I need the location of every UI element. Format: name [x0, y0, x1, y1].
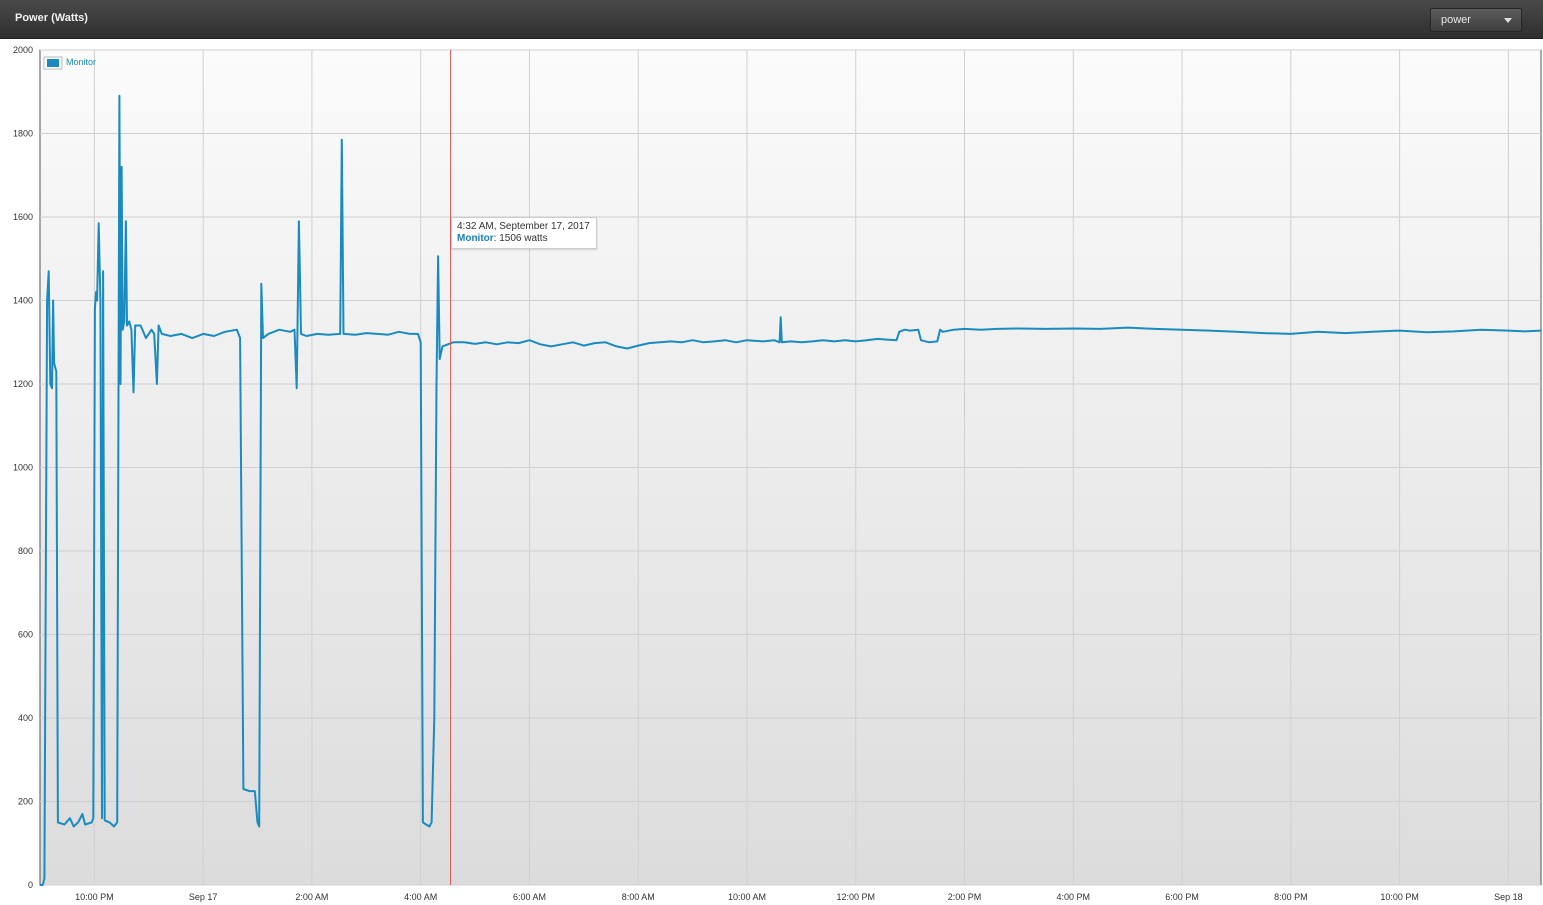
x-tick-label: 10:00 PM	[75, 892, 114, 902]
x-tick-label: 8:00 PM	[1274, 892, 1308, 902]
x-tick-label: Sep 17	[189, 892, 218, 902]
y-tick-label: 1800	[13, 129, 33, 139]
x-tick-label: 8:00 AM	[622, 892, 655, 902]
metric-select-value: power	[1441, 14, 1471, 26]
x-tick-label: Sep 18	[1494, 892, 1523, 902]
tooltip-value-line: Monitor: 1506 watts	[457, 233, 590, 245]
x-tick-label: 6:00 PM	[1165, 892, 1199, 902]
x-axis: 10:00 PM Sep 17 2:00 AM 4:00 AM 6:00 AM 8:00 …	[75, 892, 1523, 902]
y-tick-label: 2000	[13, 45, 33, 55]
power-chart[interactable]: 0 200 400 600 800 1000 1200 1400 1600 1800 2000 10…	[0, 38, 1543, 905]
x-tick-label: 2:00 AM	[295, 892, 328, 902]
tooltip-time: 4:32 AM, September 17, 2017	[457, 221, 590, 232]
y-tick-label: 400	[18, 713, 33, 723]
x-tick-label: 2:00 PM	[948, 892, 982, 902]
tooltip-series: Monitor	[457, 233, 494, 244]
y-tick-label: 200	[18, 797, 33, 807]
x-tick-label: 4:00 AM	[404, 892, 437, 902]
y-axis: 0 200 400 600 800 1000 1200 1400 1600 1800 2000	[13, 45, 33, 890]
metric-select-dropdown[interactable]: power	[1430, 8, 1522, 32]
panel-title: Power (Watts)	[15, 12, 88, 24]
chevron-down-icon	[1504, 18, 1512, 23]
x-tick-label: 10:00 AM	[728, 892, 766, 902]
x-tick-label: 6:00 AM	[513, 892, 546, 902]
legend-swatch	[47, 59, 59, 67]
y-tick-label: 1400	[13, 296, 33, 306]
tooltip: 4:32 AM, September 17, 2017 Monitor: 150…	[451, 217, 597, 249]
x-tick-label: 4:00 PM	[1057, 892, 1091, 902]
y-tick-label: 0	[28, 880, 33, 890]
legend-label-monitor: Monitor	[66, 57, 96, 67]
y-tick-label: 1200	[13, 379, 33, 389]
y-tick-label: 800	[18, 546, 33, 556]
y-tick-label: 600	[18, 630, 33, 640]
y-tick-label: 1600	[13, 212, 33, 222]
x-tick-label: 12:00 PM	[836, 892, 875, 902]
x-tick-label: 10:00 PM	[1380, 892, 1419, 902]
panel-header: Power (Watts) power	[0, 0, 1543, 39]
tooltip-value: : 1506 watts	[493, 233, 548, 244]
y-tick-label: 1000	[13, 463, 33, 473]
